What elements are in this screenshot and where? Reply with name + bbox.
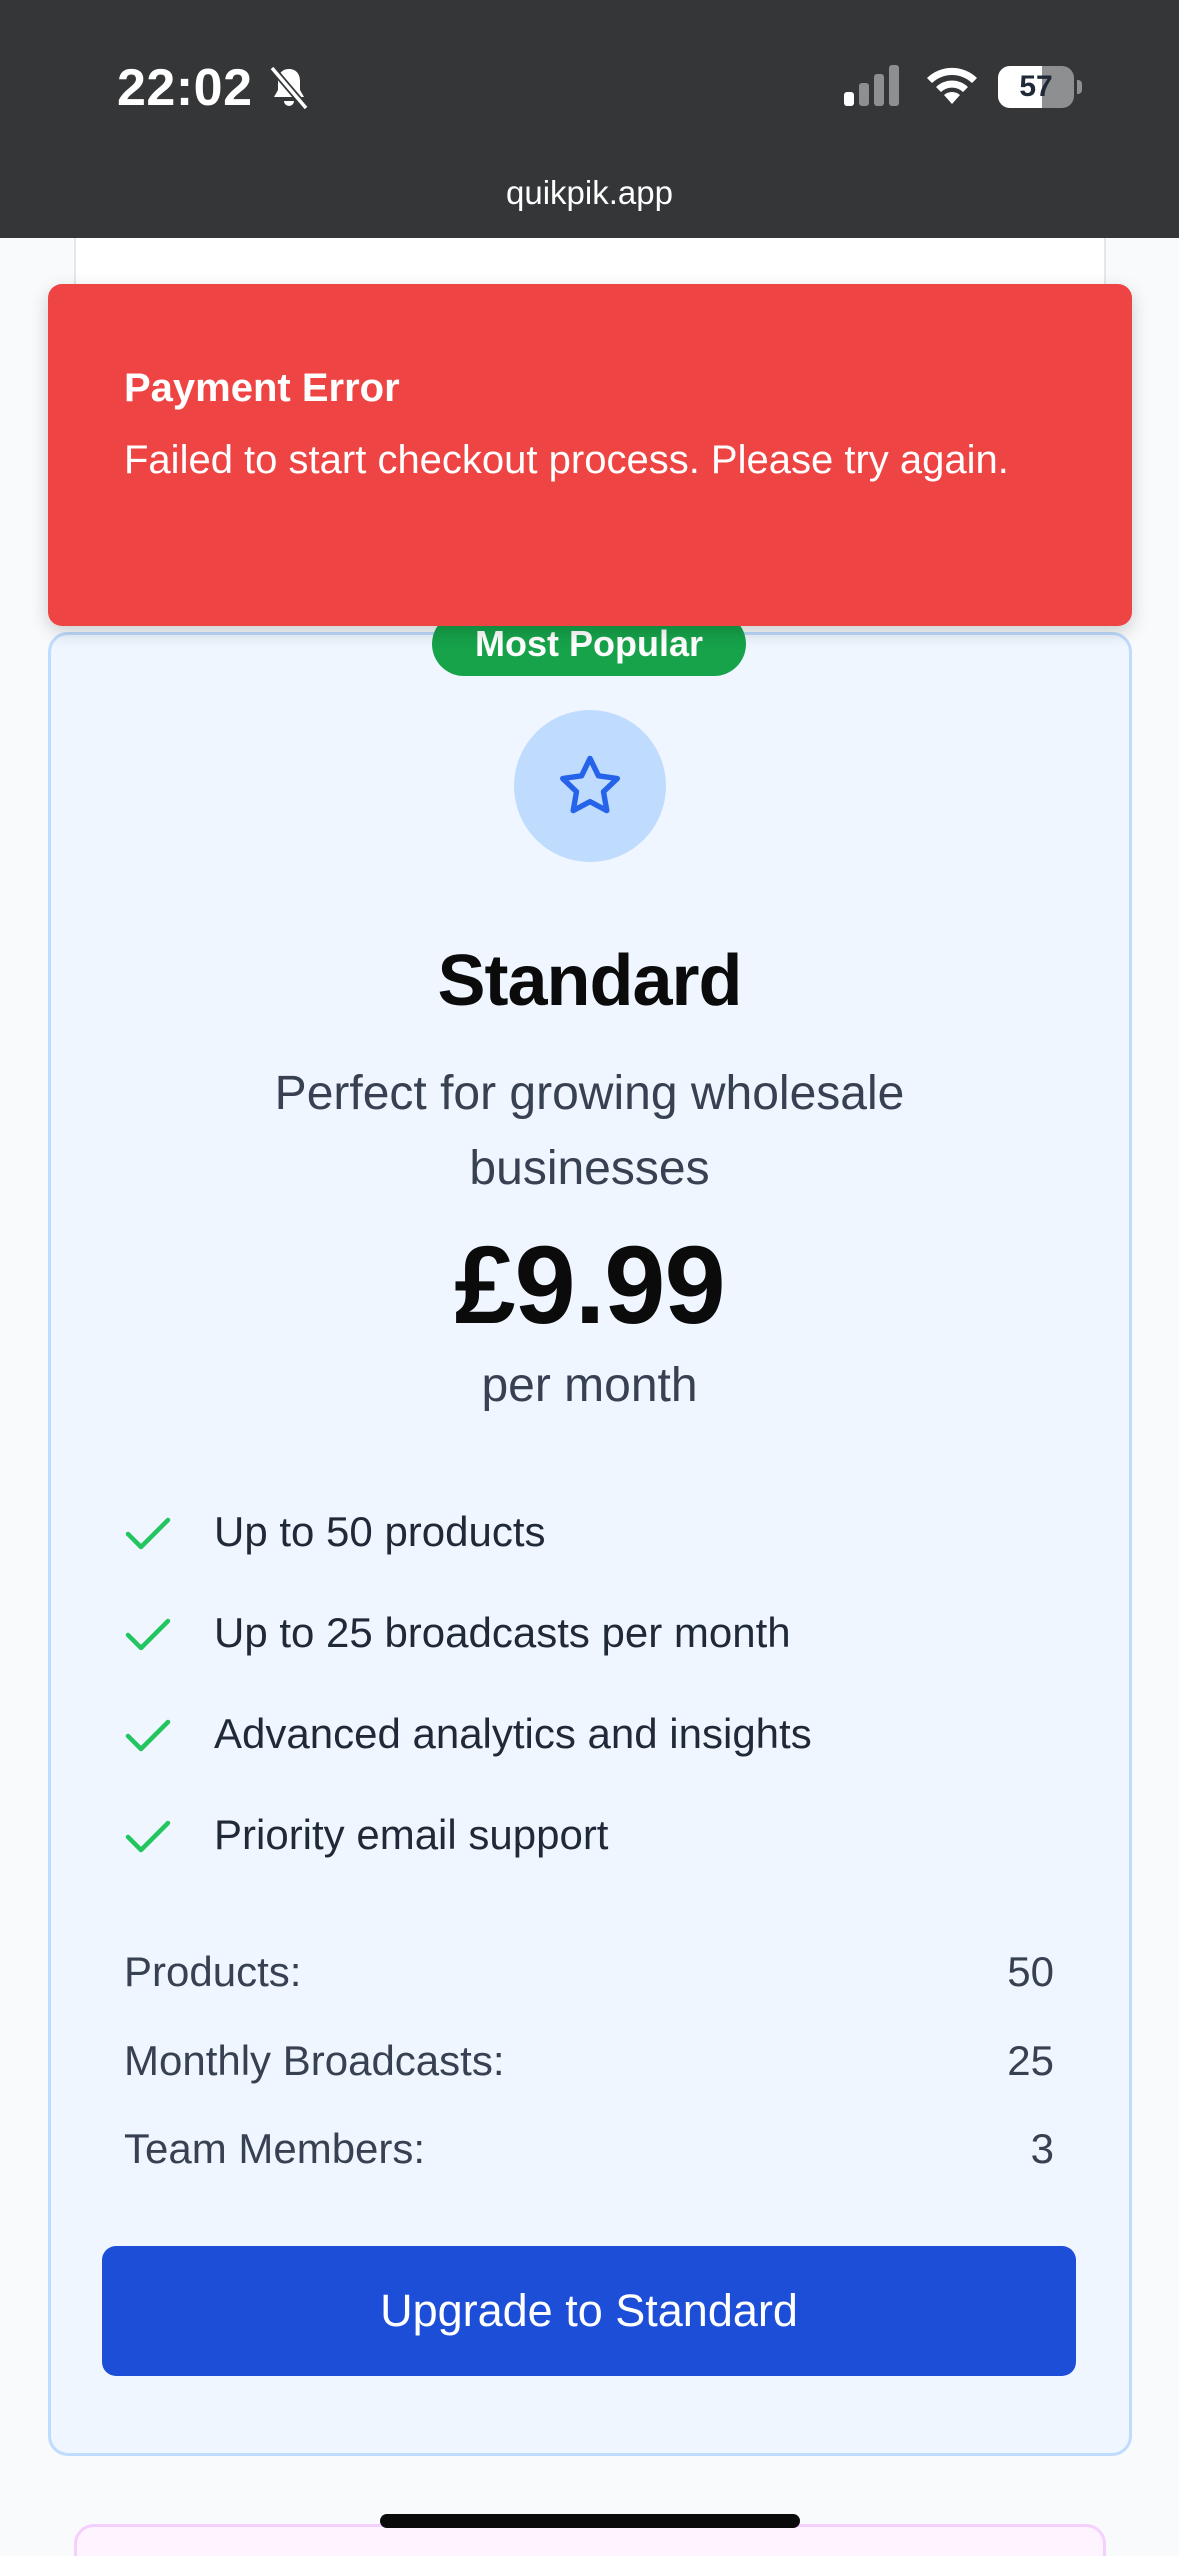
feature-item: Advanced analytics and insights	[124, 1704, 1024, 1764]
home-indicator[interactable]	[380, 2514, 800, 2528]
limit-value: 25	[1007, 2037, 1054, 2084]
feature-text: Advanced analytics and insights	[214, 1710, 812, 1757]
plan-description: Perfect for growing wholesale businesses	[274, 1067, 905, 1195]
toast-title: Payment Error	[124, 366, 400, 410]
limit-row-products: Products: 50	[124, 1944, 1054, 2000]
status-bar: 22:02 57 quikpik.app	[0, 0, 1179, 238]
plan-icon-circle	[514, 710, 666, 862]
next-plan-card	[74, 2524, 1106, 2556]
limit-value: 3	[1030, 2125, 1054, 2172]
limit-row-broadcasts: Monthly Broadcasts: 25	[124, 2033, 1054, 2089]
plan-name: Standard	[437, 941, 742, 1021]
url-bar[interactable]: quikpik.app	[0, 174, 1179, 212]
feature-text: Up to 25 broadcasts per month	[214, 1609, 791, 1656]
feature-text: Priority email support	[214, 1811, 609, 1858]
battery-level: 57	[1019, 70, 1053, 103]
check-icon	[125, 1517, 171, 1550]
check-icon	[125, 1820, 171, 1853]
plan-period: per month	[481, 1359, 698, 1412]
limit-label: Products:	[124, 1948, 302, 1995]
limit-label: Team Members:	[124, 2125, 426, 2172]
plan-price: £9.99	[454, 1224, 725, 1347]
limit-value: 50	[1007, 1948, 1054, 1995]
feature-item: Priority email support	[124, 1805, 1024, 1865]
feature-item: Up to 25 broadcasts per month	[124, 1603, 1024, 1663]
feature-item: Up to 50 products	[124, 1502, 1024, 1562]
star-icon	[560, 755, 620, 814]
feature-text: Up to 50 products	[214, 1508, 546, 1555]
battery-icon: 57	[998, 66, 1082, 108]
cellular-signal-icon	[844, 65, 899, 106]
check-icon	[125, 1719, 171, 1752]
limit-row-team-members: Team Members: 3	[124, 2121, 1054, 2177]
upgrade-button[interactable]: Upgrade to Standard	[102, 2246, 1076, 2376]
status-time: 22:02	[117, 59, 253, 117]
error-toast[interactable]: Payment Error Failed to start checkout p…	[48, 284, 1132, 626]
toast-message: Failed to start checkout process. Please…	[124, 438, 1009, 482]
limit-label: Monthly Broadcasts:	[124, 2037, 505, 2084]
bell-off-icon	[269, 65, 309, 111]
check-icon	[125, 1618, 171, 1651]
wifi-icon	[927, 67, 977, 104]
